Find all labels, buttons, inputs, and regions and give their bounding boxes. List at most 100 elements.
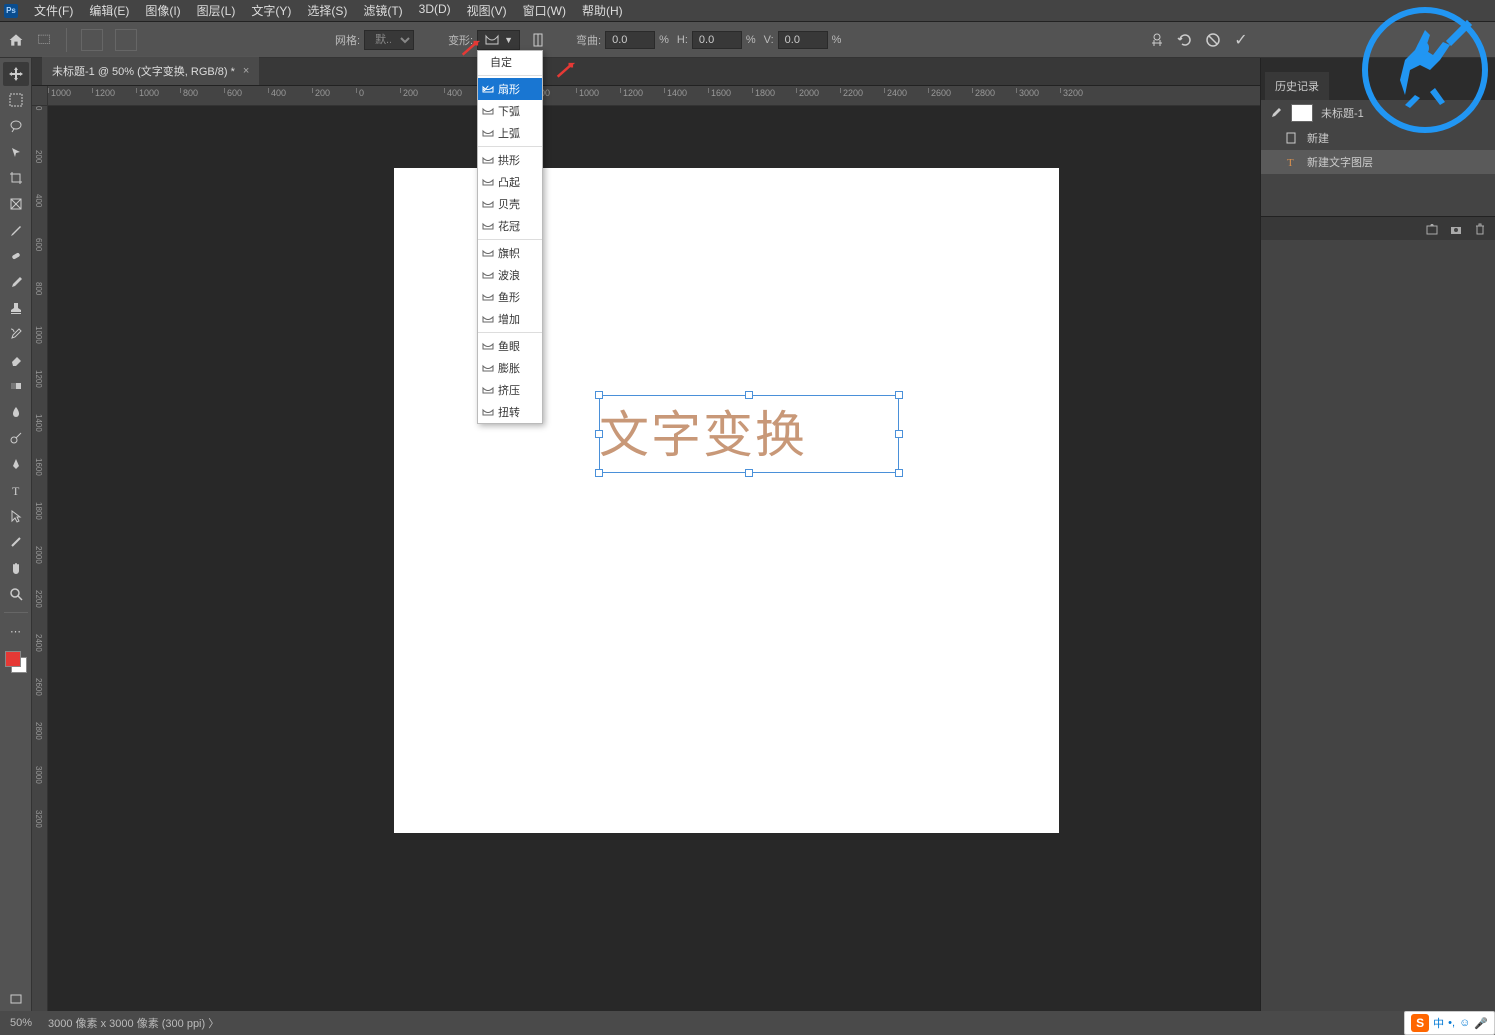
menu-图层[interactable]: 图层(L) — [189, 0, 244, 21]
menu-选择[interactable]: 选择(S) — [299, 0, 355, 21]
camera-icon[interactable] — [1449, 222, 1463, 236]
menu-文件[interactable]: 文件(F) — [26, 0, 81, 21]
shape-tool[interactable] — [3, 530, 29, 554]
type-icon: T — [1283, 154, 1299, 170]
ime-mic-icon[interactable]: 🎤 — [1474, 1017, 1488, 1030]
hand-tool[interactable] — [3, 556, 29, 580]
warp-option[interactable]: 凸起 — [478, 171, 542, 193]
v-input[interactable] — [778, 31, 828, 49]
orientation-icon[interactable] — [528, 30, 548, 50]
history-brush-tool[interactable] — [3, 322, 29, 346]
zoom-tool[interactable] — [3, 582, 29, 606]
warp-custom[interactable]: 自定 — [478, 51, 542, 73]
ime-bar[interactable]: S 中 •, ☺ 🎤 — [1404, 1011, 1495, 1035]
ime-punct[interactable]: •, — [1448, 1017, 1455, 1029]
screen-mode-icon[interactable] — [3, 987, 29, 1011]
document-tab[interactable]: 未标题-1 @ 50% (文字变换, RGB/8) * × — [42, 56, 259, 85]
horizontal-ruler: 1000120010008006004002000200400600800100… — [48, 86, 1260, 106]
menu-帮助[interactable]: 帮助(H) — [574, 0, 631, 21]
trash-icon[interactable] — [1473, 222, 1487, 236]
grid-label: 网格: — [335, 32, 360, 48]
bend-input[interactable] — [605, 31, 655, 49]
blur-tool[interactable] — [3, 400, 29, 424]
foreground-color[interactable] — [5, 651, 21, 667]
handle-tl[interactable] — [595, 391, 603, 399]
text-transform-box[interactable]: 文字变换 — [599, 395, 899, 473]
warp-option[interactable]: 扇形 — [478, 78, 542, 100]
zoom-level[interactable]: 50% — [10, 1017, 32, 1029]
close-icon[interactable]: × — [243, 65, 249, 77]
eyedropper-tool[interactable] — [3, 218, 29, 242]
crop-tool[interactable] — [3, 166, 29, 190]
option-icon-2[interactable] — [115, 29, 137, 51]
path-select-tool[interactable] — [3, 504, 29, 528]
frame-icon[interactable] — [34, 30, 54, 50]
handle-br[interactable] — [895, 469, 903, 477]
grid-select[interactable]: 默... — [364, 30, 414, 50]
dodge-tool[interactable] — [3, 426, 29, 450]
type-tool[interactable]: T — [3, 478, 29, 502]
warp-option[interactable]: 上弧 — [478, 122, 542, 144]
handle-bc[interactable] — [745, 469, 753, 477]
brush-tool[interactable] — [3, 270, 29, 294]
menu-3D[interactable]: 3D(D) — [411, 0, 459, 21]
heal-tool[interactable] — [3, 244, 29, 268]
menu-文字[interactable]: 文字(Y) — [243, 0, 299, 21]
reset-icon[interactable] — [1175, 30, 1195, 50]
handle-bl[interactable] — [595, 469, 603, 477]
warp-option[interactable]: 膨胀 — [478, 357, 542, 379]
warp-option[interactable]: 波浪 — [478, 264, 542, 286]
warp-option[interactable]: 拱形 — [478, 149, 542, 171]
canvas-area[interactable]: 文字变换 — [48, 106, 1260, 1011]
stamp-tool[interactable] — [3, 296, 29, 320]
warp-option[interactable]: 挤压 — [478, 379, 542, 401]
eraser-tool[interactable] — [3, 348, 29, 372]
warp-option[interactable]: 旗帜 — [478, 242, 542, 264]
ime-emoji-icon[interactable]: ☺ — [1459, 1017, 1470, 1029]
warp-option[interactable]: 贝壳 — [478, 193, 542, 215]
warp-option[interactable]: 下弧 — [478, 100, 542, 122]
document-icon — [1283, 130, 1299, 146]
home-icon[interactable] — [6, 30, 26, 50]
handle-tc[interactable] — [745, 391, 753, 399]
quick-select-tool[interactable] — [3, 140, 29, 164]
lasso-tool[interactable] — [3, 114, 29, 138]
frame-tool[interactable] — [3, 192, 29, 216]
handle-tr[interactable] — [895, 391, 903, 399]
pen-tool[interactable] — [3, 452, 29, 476]
marquee-tool[interactable] — [3, 88, 29, 112]
h-input[interactable] — [692, 31, 742, 49]
warp-option[interactable]: 鱼形 — [478, 286, 542, 308]
warp-shape-icon — [482, 248, 494, 258]
edit-toolbar[interactable]: ⋯ — [3, 619, 29, 643]
warp-option[interactable]: 扭转 — [478, 401, 542, 423]
cancel-icon[interactable] — [1203, 30, 1223, 50]
warp-shape-icon — [482, 221, 494, 231]
warp-option[interactable]: 花冠 — [478, 215, 542, 237]
color-swatch[interactable] — [5, 651, 27, 673]
ime-lang[interactable]: 中 — [1433, 1015, 1444, 1031]
options-bar: 网格: 默... 变形: ▼ 弯曲: % H: % V: % ✓ — [0, 22, 1495, 58]
warp-option[interactable]: 鱼眼 — [478, 335, 542, 357]
h-label: H: — [677, 34, 688, 46]
handle-ml[interactable] — [595, 430, 603, 438]
annotation-arrow-2 — [551, 60, 581, 80]
menu-编辑[interactable]: 编辑(E) — [81, 0, 137, 21]
move-tool[interactable] — [3, 62, 29, 86]
history-item-text-layer[interactable]: T 新建文字图层 — [1261, 150, 1495, 174]
new-snapshot-icon[interactable] — [1425, 222, 1439, 236]
menu-窗口[interactable]: 窗口(W) — [515, 0, 574, 21]
menu-滤镜[interactable]: 滤镜(T) — [355, 0, 410, 21]
history-tab[interactable]: 历史记录 — [1265, 72, 1329, 100]
svg-text:T: T — [12, 484, 20, 497]
doc-info[interactable]: 3000 像素 x 3000 像素 (300 ppi) 〉 — [48, 1015, 219, 1031]
warp-option[interactable]: 增加 — [478, 308, 542, 330]
option-icon-1[interactable] — [81, 29, 103, 51]
commit-icon[interactable]: ✓ — [1231, 30, 1251, 50]
menu-图像[interactable]: 图像(I) — [137, 0, 188, 21]
menu-视图[interactable]: 视图(V) — [459, 0, 515, 21]
gradient-tool[interactable] — [3, 374, 29, 398]
warp-mesh-icon[interactable] — [1147, 30, 1167, 50]
handle-mr[interactable] — [895, 430, 903, 438]
ime-logo-icon[interactable]: S — [1411, 1014, 1429, 1032]
